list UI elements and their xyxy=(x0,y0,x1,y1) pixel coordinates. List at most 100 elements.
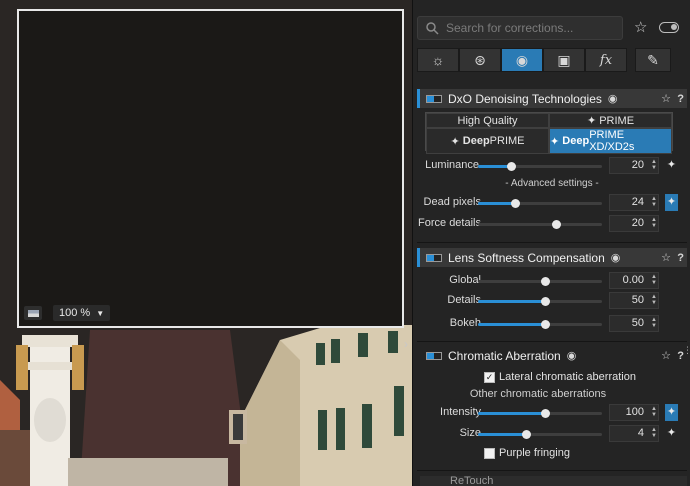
lateral-ca-checkbox[interactable]: ✓ Lateral chromatic aberration xyxy=(484,371,636,383)
panel-top-strip xyxy=(413,0,690,10)
global-label: Global xyxy=(449,274,481,286)
slider-handle[interactable] xyxy=(541,409,550,418)
slider-handle[interactable] xyxy=(541,297,550,306)
chevron-down-icon: ▼ xyxy=(96,308,105,318)
checkbox-checked-icon[interactable]: ✓ xyxy=(484,371,495,383)
mode-label: PRIME xyxy=(489,135,525,147)
slider-handle[interactable] xyxy=(507,162,516,171)
tab-light-sun-icon[interactable]: ☼ xyxy=(417,48,459,72)
details-row: Details 50 ▲ ▼ xyxy=(413,292,690,310)
other-ca-label: Other chromatic aberrations xyxy=(469,388,607,400)
bokeh-label: Bokeh xyxy=(449,317,481,329)
auto-wand-icon[interactable]: ✦ xyxy=(665,404,678,421)
stepper-icon[interactable]: ▲ ▼ xyxy=(651,274,657,286)
zoom-value: 100 % xyxy=(59,307,91,319)
favorites-star-icon[interactable]: ☆ xyxy=(634,18,647,36)
denoise-header[interactable]: DxO Denoising Technologies ◉ ☆ ? xyxy=(417,89,687,108)
loupe-window[interactable]: 100 % ▼ xyxy=(17,9,404,328)
denoise-toggle[interactable] xyxy=(426,94,442,103)
bokeh-row: Bokeh 50 ▲ ▼ xyxy=(413,315,690,333)
chromatic-header[interactable]: Chromatic Aberration ◉ ☆ ? xyxy=(417,346,687,365)
tab-detail-lens-icon[interactable]: ◉ xyxy=(501,48,543,72)
global-row: Global 0.00 ▲ ▼ xyxy=(413,272,690,290)
help-icon[interactable]: ? xyxy=(677,252,684,264)
global-slider[interactable] xyxy=(478,277,602,286)
help-icon[interactable]: ? xyxy=(677,93,684,105)
divider xyxy=(417,242,687,243)
stepper-icon[interactable]: ▲ ▼ xyxy=(651,196,657,208)
dead-pixels-label: Dead pixels xyxy=(423,196,481,208)
chromatic-title: Chromatic Aberration xyxy=(448,348,561,363)
star-icon[interactable]: ☆ xyxy=(661,349,671,362)
stepper-icon[interactable]: ▲ ▼ xyxy=(651,217,657,229)
mode-deepprime-xd[interactable]: ✦ Deep PRIME XD/XD2s xyxy=(549,128,672,154)
mode-prime[interactable]: ✦ PRIME xyxy=(549,113,672,128)
advanced-settings-toggle[interactable]: - Advanced settings - xyxy=(413,178,690,189)
luminance-slider[interactable] xyxy=(478,162,602,171)
denoise-title: DxO Denoising Technologies xyxy=(448,91,602,106)
tab-effects-fx-icon[interactable]: fx xyxy=(585,48,627,72)
search-input[interactable]: Search for corrections... xyxy=(417,16,623,40)
lens-softness-header[interactable]: Lens Softness Compensation ◉ ☆ ? xyxy=(417,248,687,267)
stepper-icon[interactable]: ▲ ▼ xyxy=(651,427,657,439)
stepper-icon[interactable]: ▲ ▼ xyxy=(651,317,657,329)
luminance-label: Luminance xyxy=(425,159,479,171)
star-icon[interactable]: ☆ xyxy=(661,92,671,105)
mode-deepprime[interactable]: ✦ Deep PRIME xyxy=(426,128,549,154)
stepper-icon[interactable]: ▲ ▼ xyxy=(651,159,657,171)
intensity-slider[interactable] xyxy=(478,409,602,418)
mode-label: High Quality xyxy=(457,114,518,127)
mode-label-bold: Deep xyxy=(462,135,490,147)
size-slider[interactable] xyxy=(478,430,602,439)
bokeh-slider[interactable] xyxy=(478,320,602,329)
eye-icon[interactable]: ◉ xyxy=(611,251,621,264)
auto-wand-icon[interactable]: ✦ xyxy=(665,425,678,442)
slider-handle[interactable] xyxy=(541,277,550,286)
compare-icon[interactable] xyxy=(24,306,42,320)
retouch-header[interactable]: ReTouch xyxy=(417,476,687,486)
lens-softness-toggle[interactable] xyxy=(426,253,442,262)
corrections-panel: Search for corrections... ☆ ☼ ⊛ ◉ ▣ fx ✎… xyxy=(412,0,690,486)
intensity-row: Intensity 100 ▲ ▼ ✦ xyxy=(413,404,690,422)
checkbox-unchecked-icon[interactable] xyxy=(484,447,495,459)
zoom-dropdown[interactable]: 100 % ▼ xyxy=(53,305,111,321)
purple-fringing-label: Purple fringing xyxy=(499,447,570,459)
collapse-panel-icon[interactable]: › xyxy=(404,337,412,351)
details-slider[interactable] xyxy=(478,297,602,306)
mode-label: PRIME XD/XD2s xyxy=(589,129,635,153)
image-viewer[interactable]: 100 % ▼ › xyxy=(0,0,412,486)
slider-handle[interactable] xyxy=(522,430,531,439)
eye-icon[interactable]: ◉ xyxy=(608,92,618,105)
slider-handle[interactable] xyxy=(552,220,561,229)
star-icon[interactable]: ☆ xyxy=(661,251,671,264)
resize-grip-icon[interactable]: ⋮ xyxy=(683,345,690,355)
dead-pixels-slider[interactable] xyxy=(478,199,602,208)
mode-label-bold: Deep xyxy=(562,135,590,147)
size-row: Size 4 ▲ ▼ ✦ xyxy=(413,425,690,443)
slider-handle[interactable] xyxy=(541,320,550,329)
search-icon xyxy=(426,21,439,35)
tab-geometry-layers-icon[interactable]: ▣ xyxy=(543,48,585,72)
stepper-icon[interactable]: ▲ ▼ xyxy=(651,294,657,306)
tab-color-circles-icon[interactable]: ⊛ xyxy=(459,48,501,72)
mode-high-quality[interactable]: High Quality xyxy=(426,113,549,128)
details-label: Details xyxy=(447,294,481,306)
force-details-slider[interactable] xyxy=(478,220,602,229)
dead-pixels-row: Dead pixels 24 ▲ ▼ ✦ xyxy=(413,194,690,212)
retouch-title: ReTouch xyxy=(450,476,494,486)
force-details-row: Force details 20 ▲ ▼ xyxy=(413,215,690,233)
stepper-icon[interactable]: ▲ ▼ xyxy=(651,406,657,418)
lateral-ca-label: Lateral chromatic aberration xyxy=(499,371,636,383)
auto-wand-icon[interactable]: ✦ xyxy=(665,157,678,174)
slider-handle[interactable] xyxy=(511,199,520,208)
tab-local-brush-icon[interactable]: ✎ xyxy=(635,48,671,72)
lens-softness-title: Lens Softness Compensation xyxy=(448,250,605,265)
intensity-label: Intensity xyxy=(440,406,481,418)
auto-wand-icon[interactable]: ✦ xyxy=(665,194,678,211)
chromatic-toggle[interactable] xyxy=(426,351,442,360)
search-placeholder: Search for corrections... xyxy=(446,21,574,35)
favorites-toggle[interactable] xyxy=(659,22,679,33)
purple-fringing-checkbox[interactable]: Purple fringing xyxy=(484,447,570,459)
eye-icon[interactable]: ◉ xyxy=(567,349,577,362)
palette-tabs: ☼ ⊛ ◉ ▣ fx ✎ xyxy=(417,48,671,72)
